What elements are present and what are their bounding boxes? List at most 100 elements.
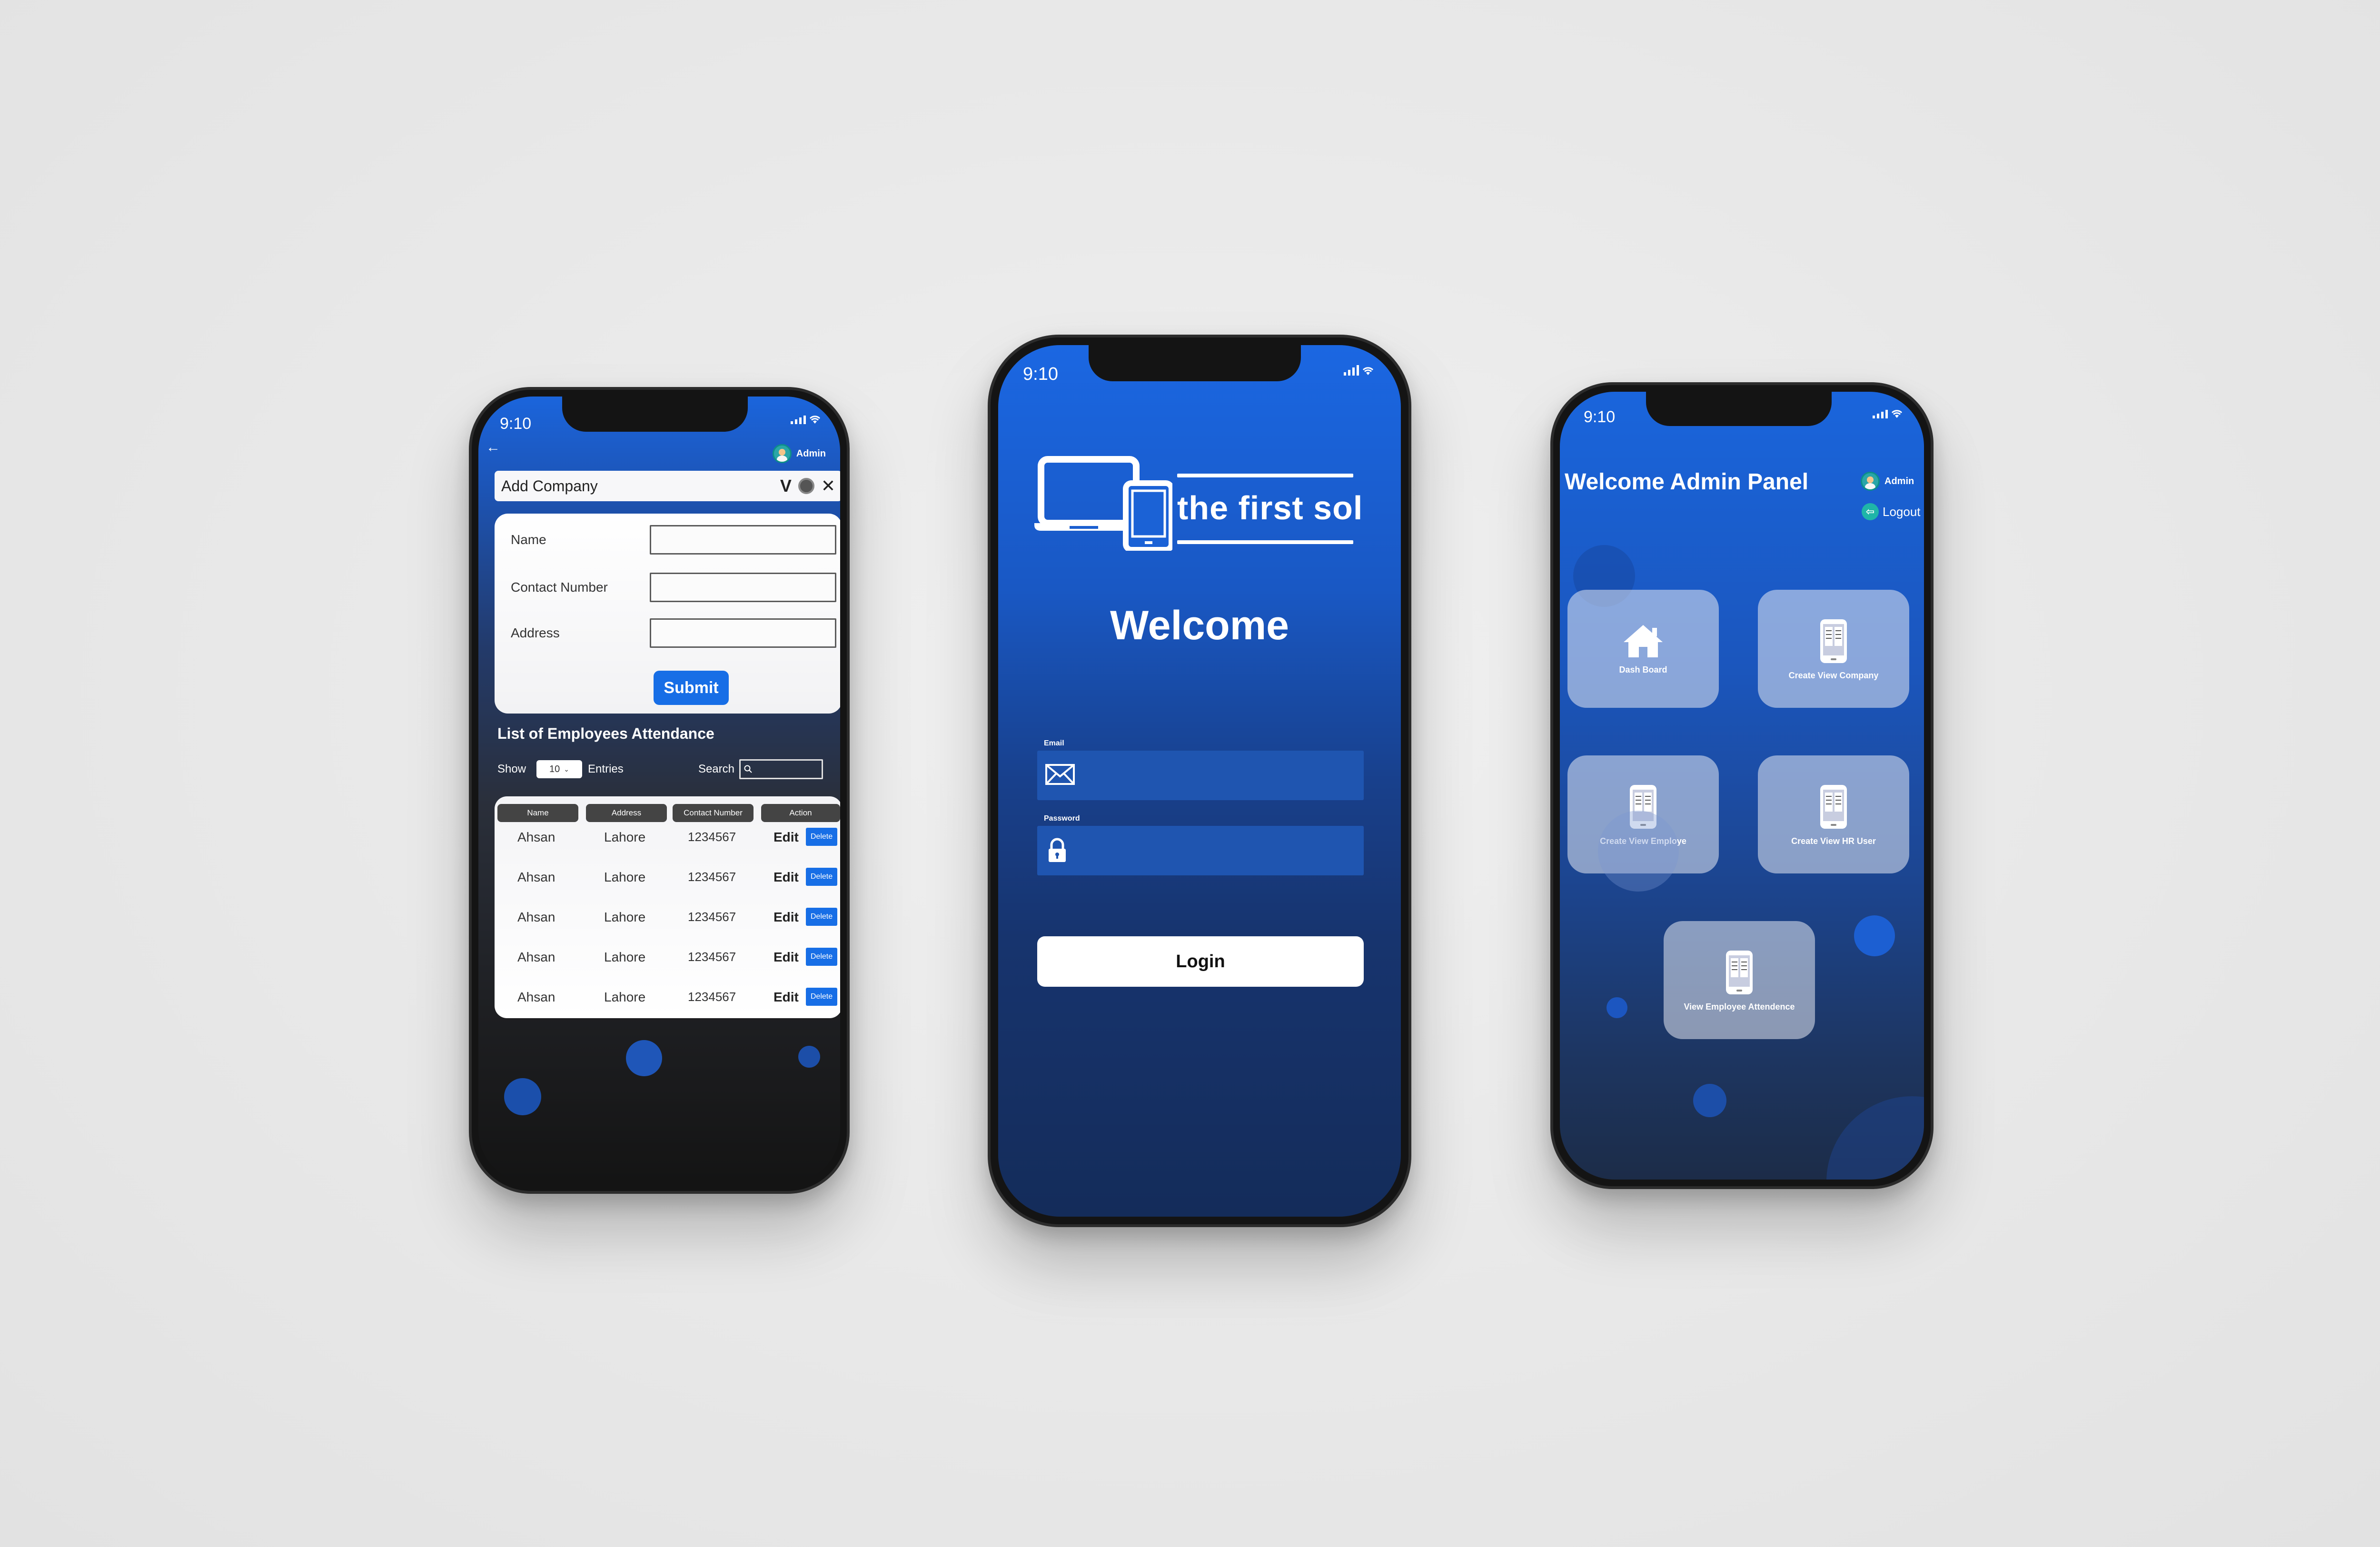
table-row: Ahsan Lahore 1234567 Edit Delete bbox=[495, 895, 840, 935]
logo-text: the first sol bbox=[1177, 489, 1363, 526]
status-icons bbox=[1344, 365, 1374, 376]
chevron-down-icon: ⌄ bbox=[564, 765, 570, 773]
submit-button[interactable]: Submit bbox=[654, 671, 729, 705]
cell-address: Lahore bbox=[604, 870, 646, 884]
cell-address: Lahore bbox=[604, 830, 646, 844]
avatar bbox=[1861, 472, 1880, 491]
edit-button[interactable]: Edit bbox=[774, 910, 799, 925]
entries-value: 10 bbox=[549, 764, 560, 774]
tile-label: Dash Board bbox=[1619, 664, 1667, 674]
cell-name: Ahsan bbox=[517, 990, 555, 1004]
minimize-icon[interactable] bbox=[798, 478, 814, 494]
add-company-bar: Add Company V ✕ bbox=[495, 471, 840, 501]
window-controls: V ✕ bbox=[780, 476, 835, 496]
contact-number-input[interactable] bbox=[650, 573, 836, 602]
envelope-icon bbox=[1045, 764, 1075, 785]
close-icon[interactable]: ✕ bbox=[821, 476, 835, 496]
phone-notch bbox=[1089, 337, 1301, 381]
name-label: Name bbox=[511, 532, 546, 547]
signal-icon bbox=[791, 416, 806, 424]
attendance-list-title: List of Employees Attendance bbox=[497, 725, 714, 742]
table-row: Ahsan Lahore 1234567 Edit Delete bbox=[495, 855, 840, 895]
logout-label: Logout bbox=[1883, 504, 1921, 519]
cell-contact: 1234567 bbox=[688, 910, 736, 924]
decor-circle bbox=[504, 1078, 541, 1115]
address-input[interactable] bbox=[650, 618, 836, 648]
delete-button[interactable]: Delete bbox=[806, 988, 837, 1006]
name-input[interactable] bbox=[650, 525, 836, 555]
delete-button[interactable]: Delete bbox=[806, 868, 837, 886]
phone-screen: 9:10 ← Admin Add Company V ✕ Name Contac… bbox=[478, 397, 840, 1184]
phone-document-icon bbox=[1820, 619, 1847, 663]
tile-create-view-company[interactable]: Create View Company bbox=[1758, 590, 1909, 708]
table-row: Ahsan Lahore 1234567 Edit Delete bbox=[495, 975, 840, 1015]
phone-document-icon bbox=[1726, 950, 1753, 994]
lock-icon bbox=[1049, 838, 1066, 862]
status-icons bbox=[1873, 409, 1903, 418]
collapse-button[interactable]: V bbox=[780, 476, 792, 496]
decor-circle bbox=[1598, 811, 1679, 892]
cell-name: Ahsan bbox=[517, 830, 555, 844]
signal-icon bbox=[1873, 410, 1888, 418]
attendance-table: Name Address Contact Number Action Ahsan… bbox=[495, 796, 840, 1018]
cell-name: Ahsan bbox=[517, 870, 555, 884]
table-row: Ahsan Lahore 1234567 Edit Delete bbox=[495, 935, 840, 975]
edit-button[interactable]: Edit bbox=[774, 870, 799, 885]
wifi-icon bbox=[809, 416, 821, 424]
page-title: Welcome Admin Panel bbox=[1565, 469, 1809, 495]
add-company-title: Add Company bbox=[501, 477, 598, 495]
search-icon bbox=[744, 765, 752, 773]
cell-name: Ahsan bbox=[517, 950, 555, 964]
logo-rule-top bbox=[1177, 474, 1353, 477]
cell-contact: 1234567 bbox=[688, 990, 736, 1004]
tile-view-employee-attendence[interactable]: View Employee Attendence bbox=[1664, 921, 1815, 1039]
tile-label: Create View Company bbox=[1788, 670, 1879, 680]
decor-circle bbox=[1826, 1096, 1924, 1180]
cell-name: Ahsan bbox=[517, 910, 555, 924]
logout-button[interactable]: ⇦ Logout bbox=[1862, 503, 1921, 520]
tile-dashboard[interactable]: Dash Board bbox=[1567, 590, 1719, 708]
cell-address: Lahore bbox=[604, 990, 646, 1004]
password-input[interactable] bbox=[1037, 826, 1364, 875]
brand-logo: the first sol bbox=[1034, 456, 1368, 560]
search-wrap: Search bbox=[698, 759, 823, 779]
cell-address: Lahore bbox=[604, 950, 646, 964]
entries-select[interactable]: 10 ⌄ bbox=[536, 760, 583, 778]
delete-button[interactable]: Delete bbox=[806, 828, 837, 846]
password-label: Password bbox=[1044, 814, 1080, 823]
decor-circle bbox=[1606, 997, 1627, 1018]
table-row: Ahsan Lahore 1234567 Edit Delete bbox=[495, 815, 840, 855]
decor-circle bbox=[1854, 915, 1895, 956]
phone-document-icon bbox=[1820, 784, 1847, 829]
decor-circle bbox=[1693, 1084, 1726, 1117]
contact-number-label: Contact Number bbox=[511, 580, 608, 595]
avatar bbox=[772, 444, 792, 463]
admin-label: Admin bbox=[1884, 476, 1914, 486]
decor-circle bbox=[626, 1040, 662, 1076]
admin-chip[interactable]: Admin bbox=[1861, 472, 1914, 491]
edit-button[interactable]: Edit bbox=[774, 950, 799, 965]
table-controls: Show 10 ⌄ Entries Search bbox=[497, 758, 823, 780]
search-input[interactable] bbox=[739, 759, 823, 779]
cell-contact: 1234567 bbox=[688, 950, 736, 964]
wifi-icon bbox=[1891, 410, 1903, 418]
email-input[interactable] bbox=[1037, 751, 1364, 800]
delete-button[interactable]: Delete bbox=[806, 908, 837, 926]
phone-notch bbox=[1646, 385, 1832, 426]
edit-button[interactable]: Edit bbox=[774, 830, 799, 845]
login-button[interactable]: Login bbox=[1037, 936, 1364, 987]
phone-screen: 9:10 the first sol Welcome Email Passwor… bbox=[998, 345, 1401, 1217]
tile-label: Create View HR User bbox=[1791, 836, 1876, 846]
logout-icon: ⇦ bbox=[1862, 503, 1879, 520]
logo-rule-bottom bbox=[1177, 540, 1353, 544]
cell-address: Lahore bbox=[604, 910, 646, 924]
phone-notch bbox=[562, 390, 748, 432]
form-row-contact: Contact Number bbox=[511, 572, 836, 603]
tile-create-view-hr-user[interactable]: Create View HR User bbox=[1758, 755, 1909, 873]
back-arrow-icon[interactable]: ← bbox=[486, 439, 500, 456]
delete-button[interactable]: Delete bbox=[806, 948, 837, 966]
devices-logo-icon bbox=[1034, 456, 1172, 551]
edit-button[interactable]: Edit bbox=[774, 990, 799, 1005]
admin-chip[interactable]: Admin bbox=[772, 444, 826, 463]
search-label: Search bbox=[698, 763, 734, 775]
